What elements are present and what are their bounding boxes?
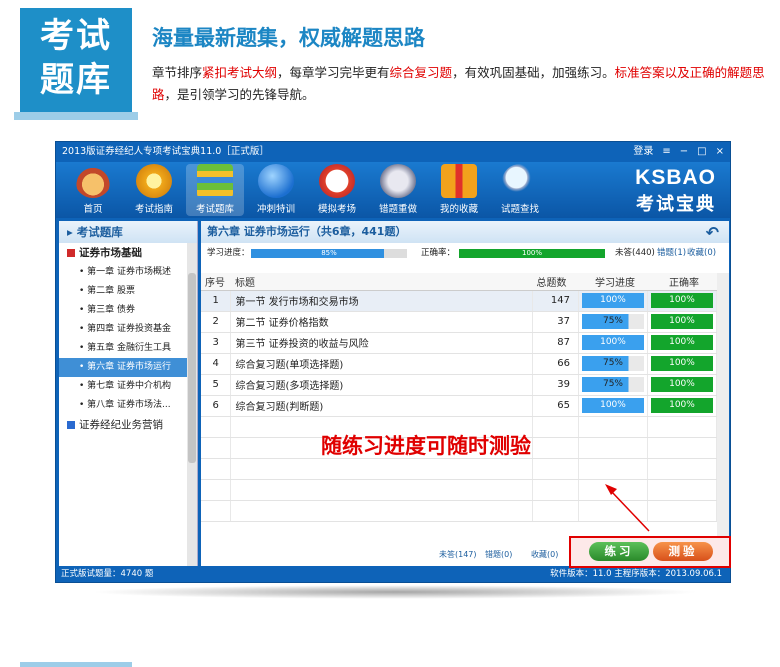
toolbar-sprint[interactable]: 冲刺特训 — [247, 164, 305, 215]
toolbar-redo-wrong[interactable]: 错题重做 — [369, 164, 427, 215]
toolbar-label: 错题重做 — [378, 204, 417, 215]
sidebar-item-chapter1[interactable]: • 第一章 证券市场概述 — [59, 263, 197, 282]
books-icon — [197, 164, 233, 198]
ksbao-logo: KSBAO 考试宝典 — [635, 166, 716, 216]
search-icon — [502, 164, 538, 198]
sidebar-group-market-basics[interactable]: 证券市场基础 — [59, 243, 197, 263]
logo-text: KSBAO — [635, 166, 716, 189]
logo-subtext: 考试宝典 — [636, 194, 716, 215]
login-button[interactable]: 登录 — [633, 142, 653, 162]
sidebar-item-label: 第六章 证券市场运行 — [87, 362, 172, 372]
expand-icon — [67, 421, 75, 429]
desc-part: ，是引领学习的先锋导航。 — [164, 87, 315, 102]
window-title: 2013版证券经纪人专项考试宝典11.0［正式版］ — [62, 146, 269, 157]
toolbar-label: 首页 — [83, 204, 103, 215]
sidebar: ▸ 考试题库 证券市场基础 • 第一章 证券市场概述 • 第二章 股票 • 第三… — [59, 221, 198, 566]
toolbar-mock-exam[interactable]: 模拟考场 — [308, 164, 366, 215]
toolbar-home[interactable]: 首页 — [64, 164, 122, 215]
desc-highlight: 综合复习题 — [389, 65, 453, 80]
sidebar-header: ▸ 考试题库 — [59, 221, 197, 243]
status-bar: 正式版试题量：4740 题 软件版本：11.0 主程序版本：2013.09.06… — [56, 566, 730, 582]
test-button[interactable]: 测验 — [653, 542, 713, 561]
desc-part: ，每章学习完毕更有 — [277, 65, 390, 80]
sidebar-item-label: 第二章 股票 — [87, 286, 136, 296]
action-highlight-box: 练习 测验 — [569, 536, 731, 568]
window-shadow — [90, 585, 700, 599]
close-icon[interactable]: × — [716, 142, 724, 162]
toolbar-search[interactable]: 试题查找 — [491, 164, 549, 215]
annotation-arrow — [605, 484, 650, 532]
sidebar-item-chapter5[interactable]: • 第五章 金融衍生工具 — [59, 339, 197, 358]
footer-favorites[interactable]: 收藏(0) — [531, 544, 558, 566]
badge-line2: 题库 — [40, 60, 112, 100]
menu-icon[interactable]: ≡ — [662, 142, 670, 162]
sidebar-item-label: 第七章 证券中介机构 — [87, 381, 172, 391]
collapse-icon — [67, 249, 75, 257]
promo-description: 章节排序紧扣考试大纲，每章学习完毕更有综合复习题，有效巩固基础，加强练习。标准答… — [152, 62, 768, 106]
sidebar-scrollbar[interactable] — [187, 243, 197, 566]
main-panel: 第六章 证券市场运行（共6章，441题） ↶ 学习进度： 85% 正确率： 10… — [201, 221, 729, 566]
status-left: 正式版试题量：4740 题 — [61, 569, 154, 579]
gift-icon — [441, 164, 477, 198]
sidebar-item-chapter6[interactable]: • 第六章 证券市场运行 — [59, 358, 197, 377]
toolbar-label: 冲刺特训 — [256, 204, 295, 215]
sidebar-group-label: 证券市场基础 — [79, 247, 142, 259]
pen-icon — [380, 164, 416, 198]
toolbar-label: 模拟考场 — [317, 204, 356, 215]
desc-part: ，有效巩固基础，加强练习。 — [452, 65, 615, 80]
sidebar-item-label: 第八章 证券市场法... — [87, 400, 171, 410]
bottom-accent — [20, 662, 132, 667]
window-controls: 登录 ≡ − □ × — [633, 142, 724, 162]
toolbar-label: 试题查找 — [500, 204, 539, 215]
sidebar-item-label: 第一章 证券市场概述 — [87, 267, 172, 277]
toolbar-label: 我的收藏 — [439, 204, 478, 215]
sidebar-group-label: 证券经纪业务营销 — [79, 419, 163, 431]
sidebar-item-label: 第四章 证券投资基金 — [87, 324, 172, 334]
sidebar-item-label: 第五章 金融衍生工具 — [87, 343, 172, 353]
footer-unanswered[interactable]: 未答(147) — [439, 544, 477, 566]
home-icon — [75, 164, 111, 198]
title-bar: 2013版证券经纪人专项考试宝典11.0［正式版］ 登录 ≡ − □ × — [56, 142, 730, 162]
promo-badge: 考试 题库 — [14, 8, 138, 120]
sidebar-item-chapter4[interactable]: • 第四章 证券投资基金 — [59, 320, 197, 339]
badge-line1: 考试 — [40, 16, 112, 56]
toolbar-question-bank[interactable]: 考试题库 — [186, 164, 244, 216]
minimize-icon[interactable]: − — [680, 142, 688, 162]
promo-headline: 海量最新题集，权威解题思路 — [152, 26, 425, 50]
clock-icon — [319, 164, 355, 198]
desc-part: 章节排序 — [152, 65, 203, 80]
sidebar-header-label: 考试题库 — [76, 225, 123, 239]
footer-wrong[interactable]: 错题(0) — [485, 544, 512, 566]
practice-button[interactable]: 练习 — [589, 542, 649, 561]
compass-icon — [136, 164, 172, 198]
sidebar-item-chapter2[interactable]: • 第二章 股票 — [59, 282, 197, 301]
main-toolbar: 首页 考试指南 考试题库 冲刺特训 模拟考场 错题重做 我的收藏 试题查找 KS… — [56, 162, 730, 218]
app-window: 2013版证券经纪人专项考试宝典11.0［正式版］ 登录 ≡ − □ × 首页 … — [55, 141, 731, 583]
status-right: 软件版本：11.0 主程序版本：2013.09.06.1 — [550, 569, 722, 579]
desc-highlight: 紧扣考试大纲 — [202, 65, 278, 80]
toolbar-favorites[interactable]: 我的收藏 — [430, 164, 488, 215]
toolbar-guide[interactable]: 考试指南 — [125, 164, 183, 215]
sidebar-item-label: 第三章 债券 — [87, 305, 136, 315]
toolbar-label: 考试题库 — [195, 204, 234, 215]
toolbar-label: 考试指南 — [134, 204, 173, 215]
maximize-icon[interactable]: □ — [697, 142, 706, 162]
sidebar-item-chapter3[interactable]: • 第三章 债券 — [59, 301, 197, 320]
sidebar-group-brokerage[interactable]: 证券经纪业务营销 — [59, 415, 197, 435]
annotation-text: 随练习进度可随时测验 — [321, 434, 531, 458]
sidebar-item-chapter8[interactable]: • 第八章 证券市场法... — [59, 396, 197, 415]
scrollbar-thumb[interactable] — [188, 273, 196, 463]
sidebar-item-chapter7[interactable]: • 第七章 证券中介机构 — [59, 377, 197, 396]
globe-icon — [258, 164, 294, 198]
